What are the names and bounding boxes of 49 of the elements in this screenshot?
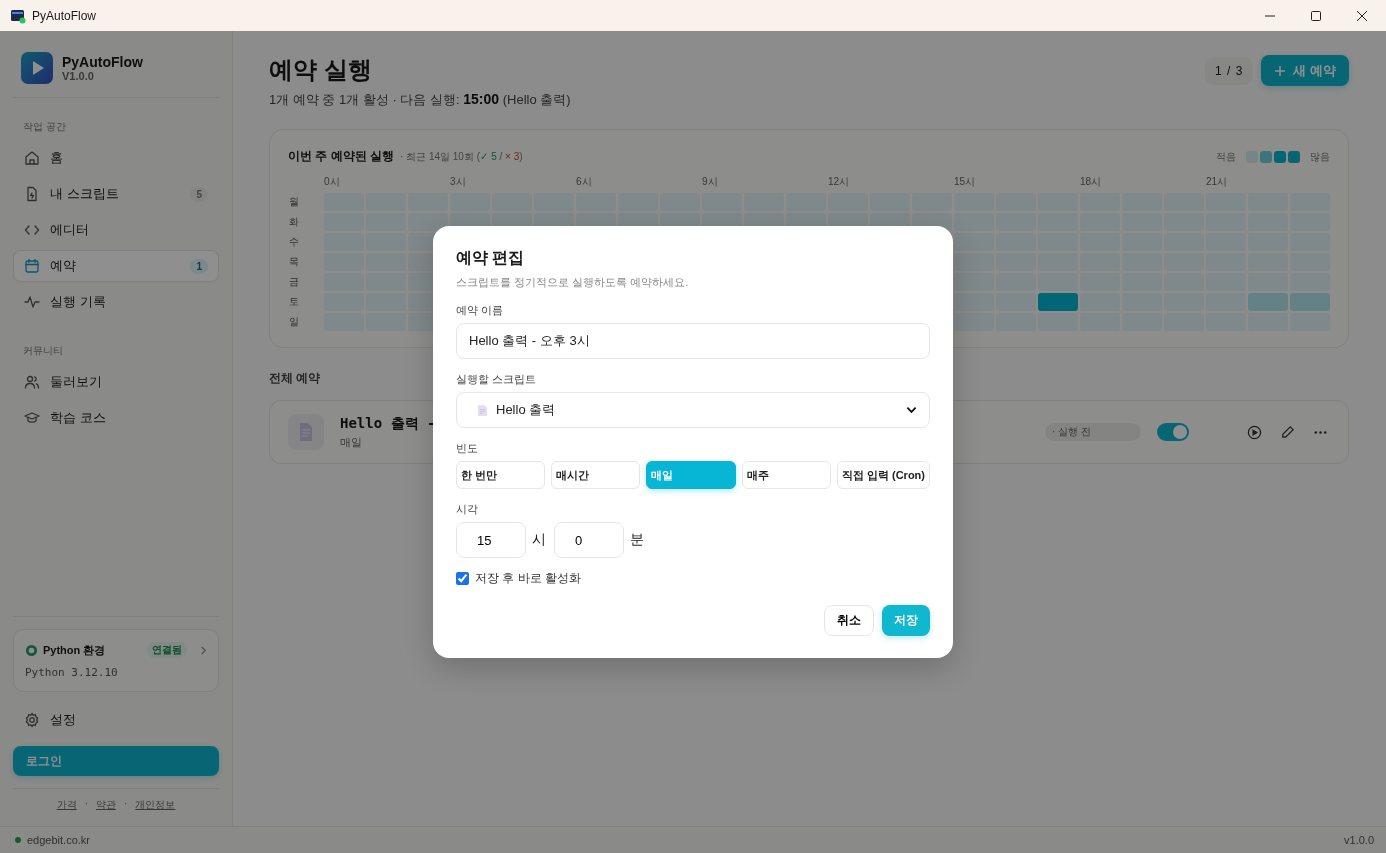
section-label: 작업 공간 bbox=[22, 120, 67, 134]
status-badge: · 실행 전 bbox=[1045, 423, 1141, 441]
day-label: 목 bbox=[288, 255, 300, 269]
day-label: 수 bbox=[288, 235, 300, 249]
schedule-frequency: 매일 bbox=[340, 434, 362, 450]
hour-label: 21시 bbox=[1206, 175, 1229, 189]
run-summary: · 최근 14일 10회 (✓ 5 / × 3) bbox=[400, 149, 524, 164]
hour-label: 6시 bbox=[576, 175, 593, 189]
section-title: 전체 예약 bbox=[269, 370, 321, 387]
field-label: 예약 이름 bbox=[456, 303, 505, 318]
page-title: 예약 실행 bbox=[269, 55, 373, 85]
page-subtitle: 1개 예약 중 1개 활성 · 다음 실행: 15:00 (Hello 출력) bbox=[269, 91, 572, 109]
hour-label: 12시 bbox=[828, 175, 851, 189]
count-badge: 1 bbox=[190, 258, 208, 274]
python-version: Python 3.12.10 bbox=[25, 666, 119, 679]
python-env-title: Python 환경 bbox=[43, 642, 107, 658]
schedule-name: Hello 출력 - bbox=[340, 414, 436, 433]
separator-dot: · bbox=[124, 798, 128, 811]
minute-unit: 분 bbox=[630, 531, 644, 549]
hour-label: 3시 bbox=[450, 175, 467, 189]
heatmap-title: 이번 주 예약된 실행 bbox=[288, 148, 394, 165]
field-label: 빈도 bbox=[456, 441, 479, 456]
checkbox-label: 저장 후 바로 활성화 bbox=[475, 570, 581, 587]
hour-label: 0시 bbox=[324, 175, 341, 189]
day-label: 월 bbox=[288, 195, 300, 209]
field-label: 실행할 스크립트 bbox=[456, 372, 538, 387]
app-name: PyAutoFlow bbox=[62, 54, 143, 70]
legend-label: 적음 bbox=[1216, 149, 1236, 164]
app-version: V1.0.0 bbox=[62, 70, 95, 82]
app-version: v1.0.0 bbox=[1344, 834, 1374, 846]
separator-dot: · bbox=[84, 798, 88, 811]
host-name: edgebit.co.kr bbox=[27, 834, 90, 846]
page-counter: 1 / 3 bbox=[1205, 56, 1254, 85]
hour-label: 9시 bbox=[702, 175, 719, 189]
hour-unit: 시 bbox=[532, 531, 546, 549]
legend-label: 많음 bbox=[1310, 149, 1330, 164]
day-label: 금 bbox=[288, 275, 300, 289]
section-label: 커뮤니티 bbox=[22, 344, 64, 358]
window-title: PyAutoFlow bbox=[32, 8, 97, 23]
field-label: 시각 bbox=[456, 502, 479, 517]
hour-label: 15시 bbox=[954, 175, 977, 189]
count-badge: 5 bbox=[190, 186, 208, 202]
hour-label: 18시 bbox=[1080, 175, 1103, 189]
day-label: 화 bbox=[288, 215, 300, 229]
dialog-description: 스크립트를 정기적으로 실행하도록 예약하세요. bbox=[456, 275, 690, 290]
connection-status: 연결됨 bbox=[147, 642, 187, 658]
day-label: 일 bbox=[288, 315, 300, 329]
dialog-title: 예약 편집 bbox=[456, 248, 526, 268]
day-label: 토 bbox=[288, 295, 300, 309]
